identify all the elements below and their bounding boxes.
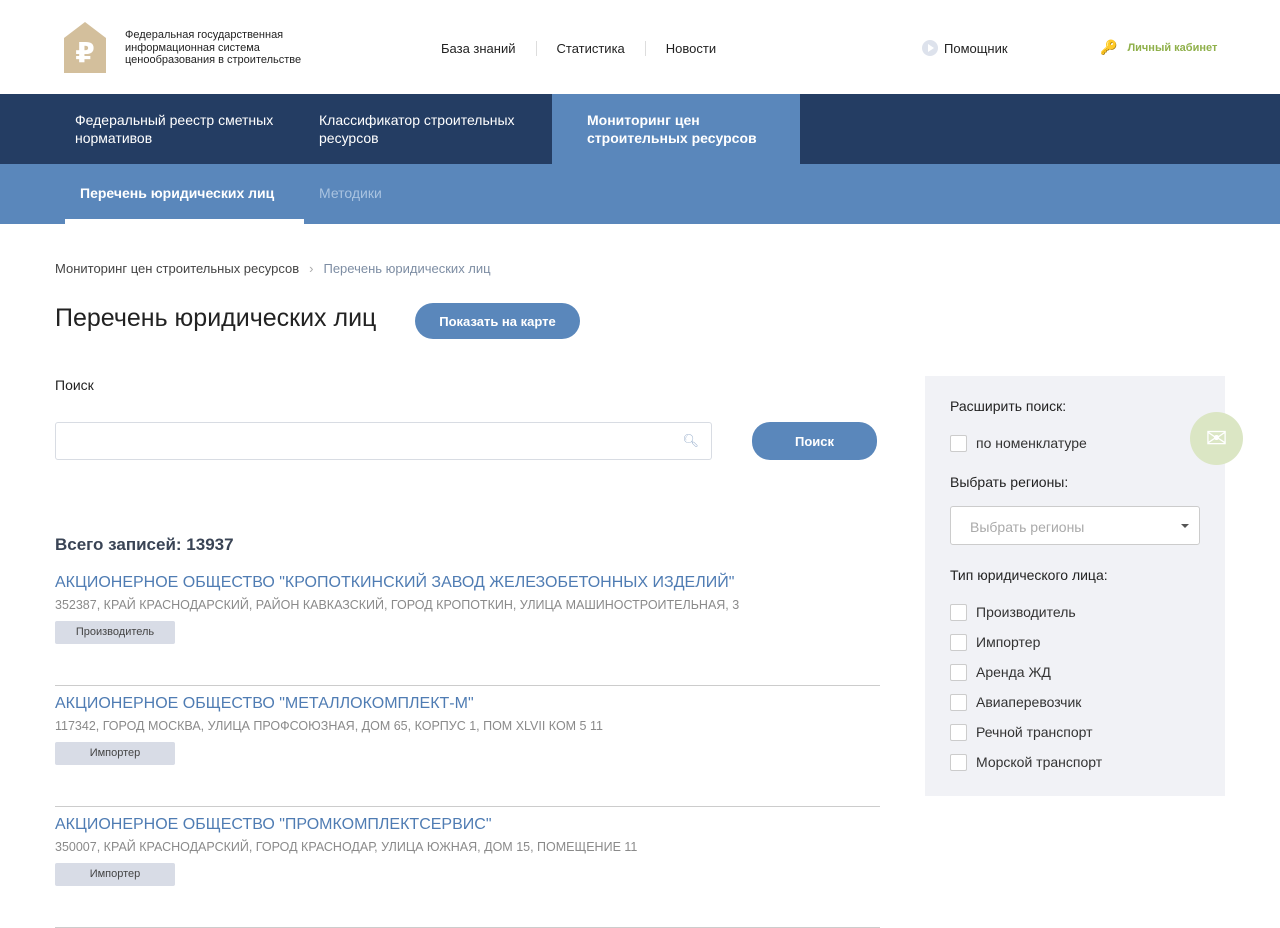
- nav-knowledge-base[interactable]: База знаний: [441, 41, 536, 56]
- helper-link[interactable]: Помощник: [922, 40, 1008, 56]
- checkbox-label: по номенклатуре: [976, 435, 1087, 451]
- checkbox-label: Морской транспорт: [976, 754, 1103, 770]
- list-item: АКЦИОНЕРНОЕ ОБЩЕСТВО "КРОПОТКИНСКИЙ ЗАВО…: [55, 572, 880, 686]
- play-icon: [922, 40, 938, 56]
- key-icon: 🔑: [1100, 39, 1118, 55]
- item-title-link[interactable]: АКЦИОНЕРНОЕ ОБЩЕСТВО "МЕТАЛЛОКОМПЛЕКТ-М": [55, 695, 880, 713]
- breadcrumb-link[interactable]: Мониторинг цен строительных ресурсов: [55, 261, 299, 276]
- nav-news[interactable]: Новости: [644, 41, 736, 56]
- breadcrumb-current: Перечень юридических лиц: [323, 261, 491, 276]
- chevron-right-icon: ›: [309, 261, 314, 276]
- checkbox-nomenclature[interactable]: по номенклатуре: [950, 428, 1200, 458]
- cabinet-label: Личный кабинет: [1127, 41, 1218, 54]
- total-count: Всего записей: 13937: [55, 535, 234, 554]
- sub-nav: Перечень юридических лиц Методики: [0, 164, 1280, 224]
- item-title-link[interactable]: АКЦИОНЕРНОЕ ОБЩЕСТВО "КРОПОТКИНСКИЙ ЗАВО…: [55, 574, 880, 592]
- helper-label: Помощник: [944, 40, 1008, 56]
- search-button[interactable]: Поиск: [752, 422, 877, 460]
- filter-sidebar: Расширить поиск: по номенклатуре Выбрать…: [925, 376, 1225, 796]
- checkbox-label: Аренда ЖД: [976, 664, 1051, 680]
- checkbox-type-importer[interactable]: Импортер: [950, 627, 1200, 657]
- checkbox-type-producer[interactable]: Производитель: [950, 597, 1200, 627]
- subtab-legal-entities[interactable]: Перечень юридических лиц: [65, 164, 304, 224]
- checkbox-type-sea[interactable]: Морской транспорт: [950, 747, 1200, 777]
- tab-price-monitoring[interactable]: Мониторинг цен строительных ресурсов: [552, 94, 800, 164]
- subtab-methods[interactable]: Методики: [304, 164, 397, 224]
- tab-federal-registry[interactable]: Федеральный реестр сметных нормативов: [64, 94, 308, 164]
- item-address: 352387, КРАЙ КРАСНОДАРСКИЙ, РАЙОН КАВКАЗ…: [55, 598, 740, 612]
- checkbox-label: Производитель: [976, 604, 1076, 620]
- ruble-house-logo[interactable]: ₽: [64, 22, 106, 73]
- search-input[interactable]: 🔍︎: [55, 422, 712, 460]
- page-title: Перечень юридических лиц: [55, 304, 377, 332]
- expand-search-label: Расширить поиск:: [950, 398, 1067, 414]
- item-title-link[interactable]: АКЦИОНЕРНОЕ ОБЩЕСТВО "ПРОМКОМПЛЕКТСЕРВИС…: [55, 816, 880, 834]
- type-label: Тип юридического лица:: [950, 567, 1108, 583]
- mail-icon[interactable]: ✉: [1190, 412, 1243, 465]
- breadcrumb: Мониторинг цен строительных ресурсов › Пер…: [55, 261, 491, 276]
- show-on-map-button[interactable]: Показать на карте: [415, 303, 580, 339]
- header: ₽ Федеральная государственная информацио…: [0, 0, 1280, 94]
- item-address: 117342, ГОРОД МОСКВА, УЛИЦА ПРОФСОЮЗНАЯ,…: [55, 719, 603, 733]
- checkbox-type-river[interactable]: Речной транспорт: [950, 717, 1200, 747]
- list-item: АКЦИОНЕРНОЕ ОБЩЕСТВО "ПРОМКОМПЛЕКТСЕРВИС…: [55, 814, 880, 928]
- item-address: 350007, КРАЙ КРАСНОДАРСКИЙ, ГОРОД КРАСНО…: [55, 840, 638, 854]
- cabinet-link[interactable]: 🔑 Личный кабинет: [1100, 39, 1217, 56]
- checkbox-label: Речной транспорт: [976, 724, 1093, 740]
- checkbox-label: Импортер: [976, 634, 1041, 650]
- checkbox-label: Авиаперевозчик: [976, 694, 1082, 710]
- checkbox-type-air[interactable]: Авиаперевозчик: [950, 687, 1200, 717]
- type-badge: Импортер: [55, 863, 175, 886]
- svg-text:₽: ₽: [75, 36, 94, 69]
- tab-classifier[interactable]: Классификатор строительных ресурсов: [308, 94, 552, 164]
- type-badge: Импортер: [55, 742, 175, 765]
- type-badge: Производитель: [55, 621, 175, 644]
- checkbox-type-rail[interactable]: Аренда ЖД: [950, 657, 1200, 687]
- main-nav: Федеральный реестр сметных нормативов Кл…: [0, 94, 1280, 164]
- regions-label: Выбрать регионы:: [950, 474, 1069, 490]
- logo-text: Федеральная государственная информационн…: [125, 29, 302, 66]
- nav-statistics[interactable]: Статистика: [535, 41, 645, 56]
- list-item: АКЦИОНЕРНОЕ ОБЩЕСТВО "МЕТАЛЛОКОМПЛЕКТ-М"…: [55, 693, 880, 807]
- regions-select[interactable]: Выбрать регионы: [950, 506, 1200, 545]
- search-label: Поиск: [55, 377, 94, 393]
- search-icon: 🔍︎: [682, 433, 699, 448]
